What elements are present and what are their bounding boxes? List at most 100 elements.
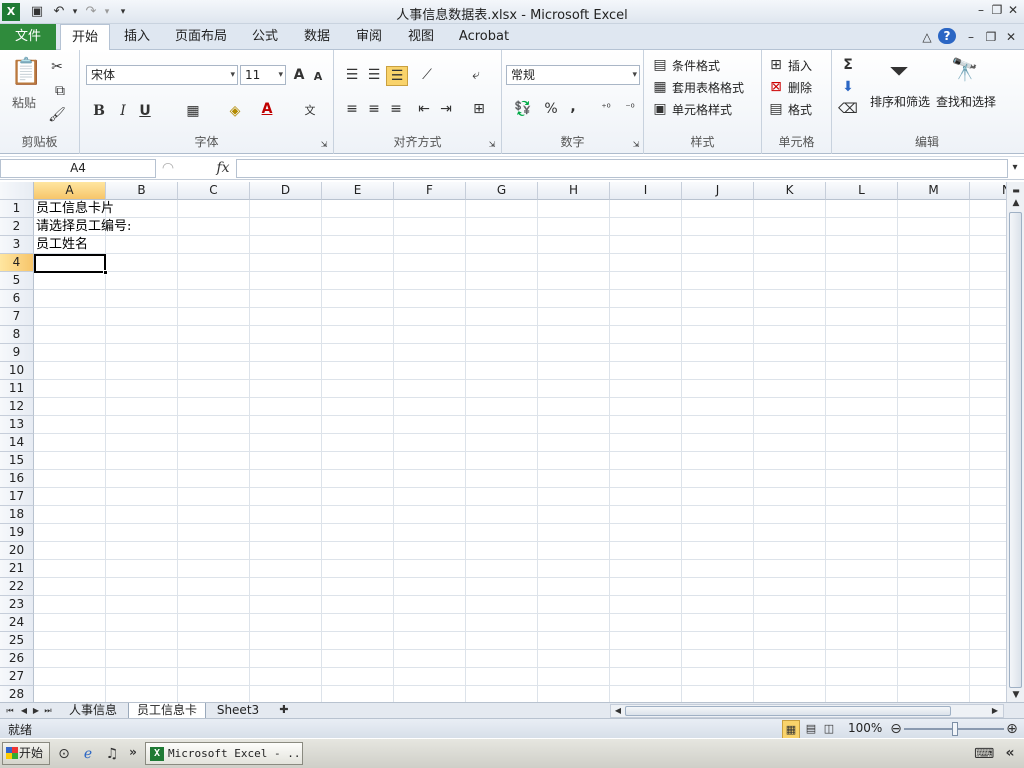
zoom-in-icon[interactable]: ⊕ <box>1004 720 1020 738</box>
row-header[interactable]: 23 <box>0 596 34 614</box>
sheet-tab-personnel[interactable]: 人事信息 <box>60 703 126 719</box>
insert-function-button[interactable]: fx <box>212 159 234 177</box>
tab-insert[interactable]: 插入 <box>112 24 162 50</box>
row-header[interactable]: 8 <box>0 326 34 344</box>
increase-decimal-icon[interactable]: ⁺⁰ <box>596 100 616 118</box>
orientation-icon[interactable]: ⟋ <box>414 66 440 84</box>
column-header[interactable]: N <box>970 182 1006 200</box>
paste-icon[interactable]: 📋 <box>10 56 42 88</box>
insert-cells-button[interactable]: 插入 <box>788 57 812 74</box>
format-painter-icon[interactable]: 🖌 <box>48 106 66 124</box>
row-header[interactable]: 2 <box>0 218 34 236</box>
fill-icon[interactable]: ⬇ <box>838 78 858 96</box>
format-as-table-button[interactable]: 套用表格格式 <box>672 79 744 96</box>
page-layout-view-icon[interactable]: ▤ <box>802 720 820 738</box>
taskbar-item-excel[interactable]: X Microsoft Excel - ... <box>145 742 303 765</box>
cell-a2[interactable]: 请选择员工编号: <box>36 218 131 236</box>
cut-icon[interactable]: ✂ <box>48 58 66 76</box>
row-header[interactable]: 6 <box>0 290 34 308</box>
row-header[interactable]: 21 <box>0 560 34 578</box>
number-dialog-launcher-icon[interactable]: ⇲ <box>630 136 642 154</box>
cell-a1[interactable]: 员工信息卡片 <box>36 200 114 218</box>
row-header[interactable]: 5 <box>0 272 34 290</box>
row-header[interactable]: 12 <box>0 398 34 416</box>
row-header[interactable]: 9 <box>0 344 34 362</box>
row-header[interactable]: 19 <box>0 524 34 542</box>
page-break-view-icon[interactable]: ◫ <box>820 720 838 738</box>
close-icon[interactable]: ✕ <box>1004 2 1022 18</box>
column-header[interactable]: C <box>178 182 250 200</box>
keyboard-tray-icon[interactable]: ⌨ <box>974 745 994 763</box>
workbook-close-icon[interactable]: ✕ <box>1002 29 1020 45</box>
borders-icon[interactable]: ▦ <box>180 102 206 120</box>
percent-button[interactable]: % <box>542 100 560 118</box>
start-button[interactable]: 开始 <box>2 742 50 765</box>
italic-button[interactable]: I <box>114 102 132 120</box>
tab-view[interactable]: 视图 <box>396 24 446 50</box>
column-header[interactable]: F <box>394 182 466 200</box>
row-header[interactable]: 20 <box>0 542 34 560</box>
tab-review[interactable]: 审阅 <box>344 24 394 50</box>
quicklaunch-media-icon[interactable]: ♫ <box>104 745 120 763</box>
font-size-combo[interactable]: 11 ▾ <box>240 65 286 85</box>
delete-cells-button[interactable]: 删除 <box>788 79 812 96</box>
decrease-indent-icon[interactable]: ⇤ <box>414 100 434 118</box>
sheet-tab-employee-card[interactable]: 员工信息卡 <box>128 703 206 719</box>
workbook-minimize-icon[interactable]: – <box>962 29 980 45</box>
row-header[interactable]: 24 <box>0 614 34 632</box>
paste-button[interactable]: 粘贴 <box>12 94 36 111</box>
wrap-text-icon[interactable]: ⤶ <box>466 66 486 84</box>
row-header[interactable]: 15 <box>0 452 34 470</box>
increase-indent-icon[interactable]: ⇥ <box>436 100 456 118</box>
font-dialog-launcher-icon[interactable]: ⇲ <box>318 136 330 154</box>
insert-sheet-icon[interactable]: ✚ <box>274 701 294 719</box>
row-header[interactable]: 11 <box>0 380 34 398</box>
row-header[interactable]: 1 <box>0 200 34 218</box>
minimize-ribbon-icon[interactable]: △ <box>918 29 936 45</box>
zoom-slider-knob[interactable] <box>952 722 958 736</box>
conditional-format-button[interactable]: 条件格式 <box>672 57 720 74</box>
quicklaunch-more-icon[interactable]: » <box>126 743 140 761</box>
formula-input[interactable] <box>236 159 1008 178</box>
column-header[interactable]: E <box>322 182 394 200</box>
quicklaunch-ie-icon[interactable]: ℯ <box>80 745 96 763</box>
column-header[interactable]: J <box>682 182 754 200</box>
clear-icon[interactable]: ⌫ <box>838 100 858 118</box>
tab-file[interactable]: 文件 <box>0 24 56 50</box>
vertical-scrollbar[interactable]: ▬ ▲ ▼ <box>1006 182 1024 702</box>
row-header[interactable]: 17 <box>0 488 34 506</box>
alignment-dialog-launcher-icon[interactable]: ⇲ <box>486 136 498 154</box>
select-all-button[interactable] <box>0 182 34 200</box>
row-header[interactable]: 26 <box>0 650 34 668</box>
row-header[interactable]: 7 <box>0 308 34 326</box>
row-header[interactable]: 27 <box>0 668 34 686</box>
normal-view-icon[interactable]: ▦ <box>782 720 800 740</box>
column-header[interactable]: D <box>250 182 322 200</box>
horizontal-scrollbar[interactable]: ◀ ▶ <box>610 704 1004 718</box>
name-box[interactable]: A4 <box>0 159 156 178</box>
align-left-icon[interactable]: ≡ <box>342 100 362 118</box>
merge-center-icon[interactable]: ⊞ <box>466 100 492 118</box>
column-header[interactable]: M <box>898 182 970 200</box>
column-header[interactable]: B <box>106 182 178 200</box>
expand-formula-bar-icon[interactable]: ▾ <box>1008 159 1022 177</box>
tab-page-layout[interactable]: 页面布局 <box>166 24 236 50</box>
zoom-level[interactable]: 100% <box>848 721 882 735</box>
column-header[interactable]: G <box>466 182 538 200</box>
cell-styles-button[interactable]: 单元格样式 <box>672 101 732 118</box>
find-select-button[interactable]: 查找和选择 <box>936 93 996 110</box>
format-cells-button[interactable]: 格式 <box>788 101 812 118</box>
active-cell-a4[interactable] <box>34 254 108 275</box>
sort-filter-button[interactable]: 排序和筛选 <box>870 93 930 110</box>
row-header[interactable]: 16 <box>0 470 34 488</box>
column-header[interactable]: K <box>754 182 826 200</box>
tab-home[interactable]: 开始 <box>60 24 110 51</box>
row-header[interactable]: 13 <box>0 416 34 434</box>
number-format-combo[interactable]: 常规 ▾ <box>506 65 640 85</box>
align-right-icon[interactable]: ≡ <box>386 100 406 118</box>
decrease-decimal-icon[interactable]: ⁻⁰ <box>620 100 640 118</box>
align-middle-icon[interactable]: ☰ <box>364 66 384 84</box>
workbook-restore-icon[interactable]: ❐ <box>982 29 1000 45</box>
currency-icon[interactable]: 💱 <box>508 100 538 118</box>
phonetic-icon[interactable]: 文 <box>296 102 324 120</box>
